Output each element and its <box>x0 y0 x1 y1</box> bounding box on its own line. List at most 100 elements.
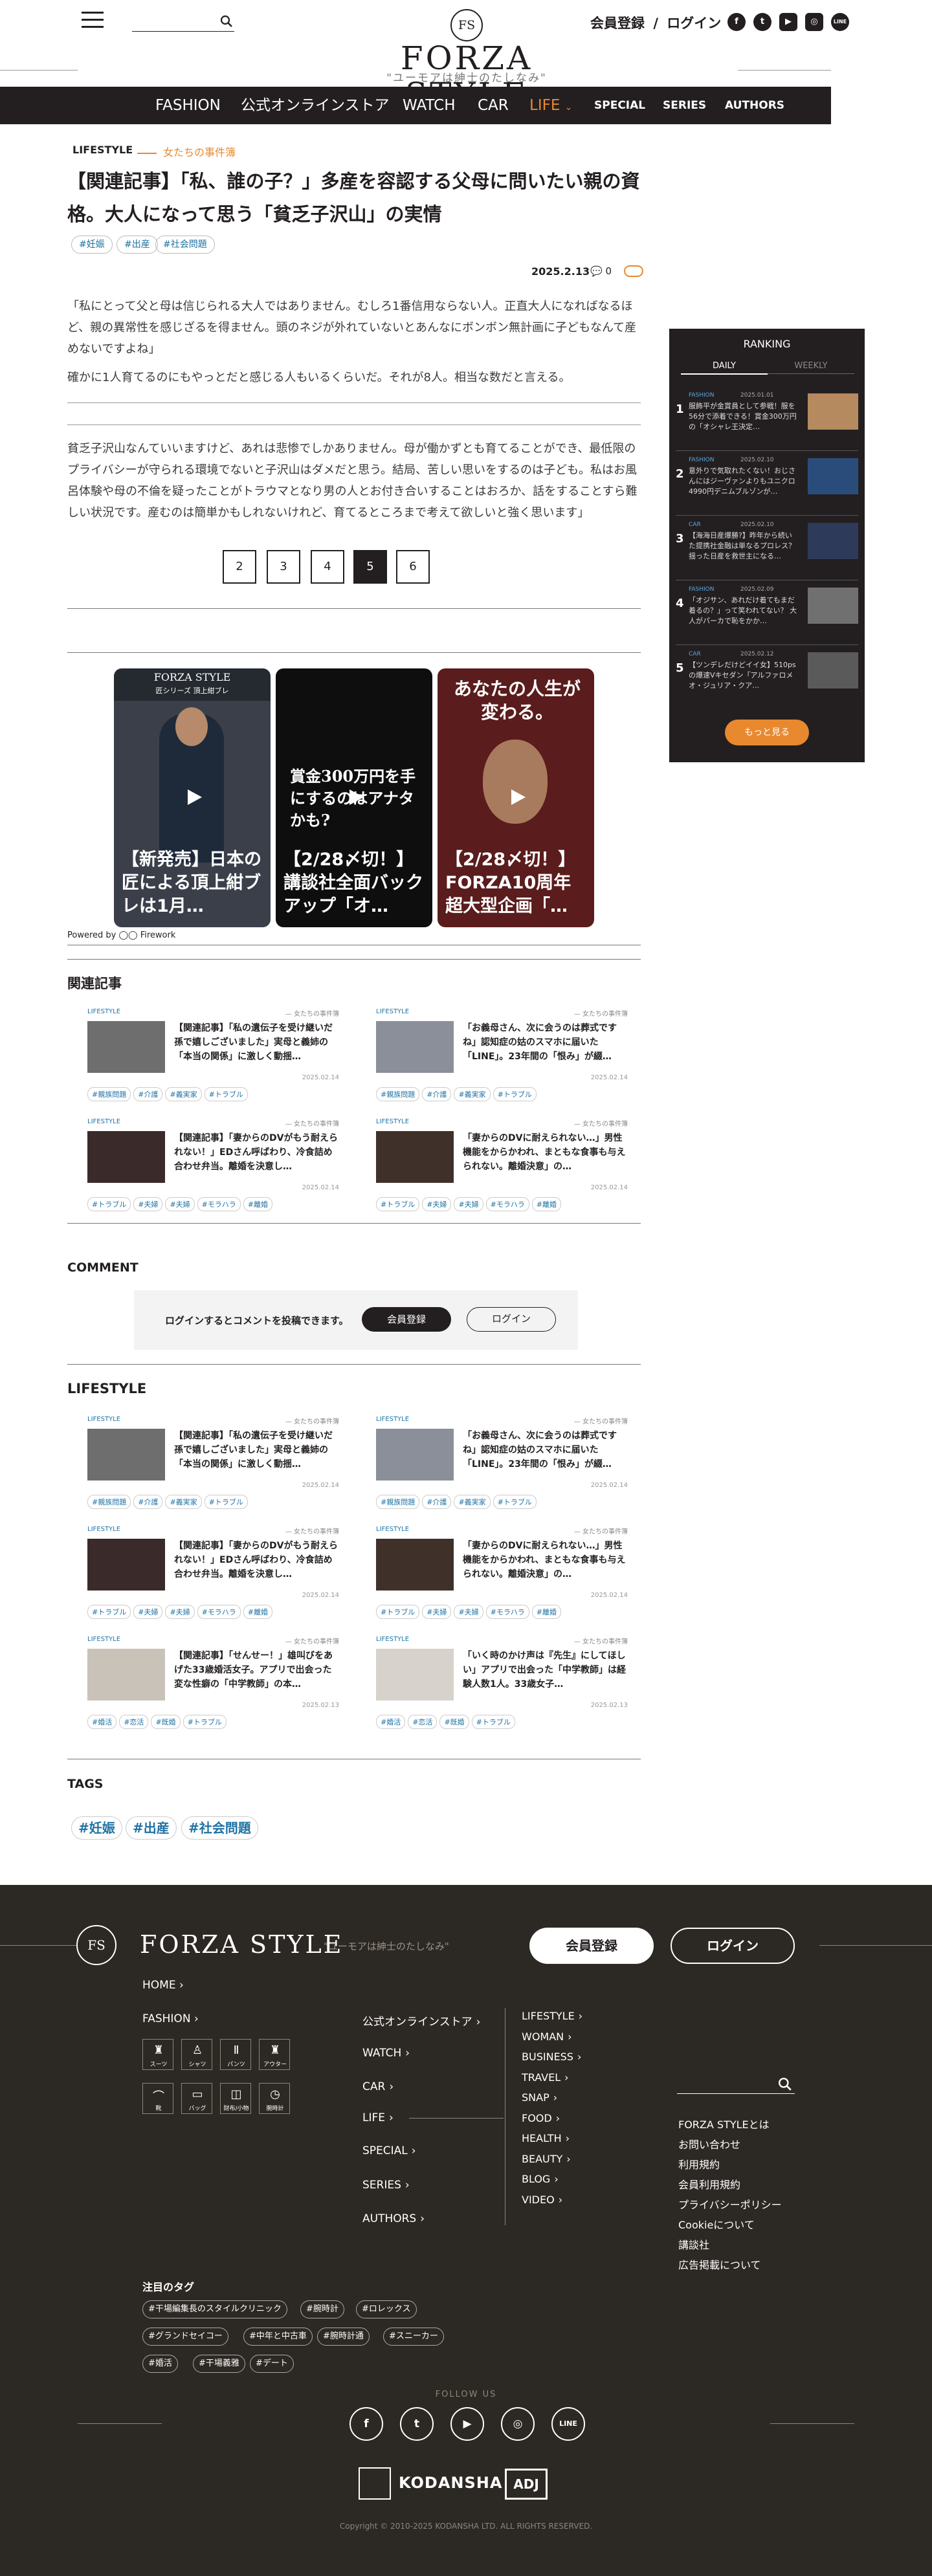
comment-count[interactable]: 💬 0 <box>590 265 612 277</box>
tab-weekly[interactable]: WEEKLY <box>768 361 854 374</box>
card-category[interactable]: LIFESTYLE <box>87 1118 120 1125</box>
card-category[interactable]: LIFESTYLE <box>376 1526 409 1533</box>
card-thumbnail[interactable] <box>87 1649 165 1701</box>
card-tag[interactable]: #親族問題 <box>87 1087 131 1101</box>
ranking-item[interactable]: 3 CAR 2025.02.10 【海海日産爆勝?】昨年から続いた提携社金融は単なるプ… <box>669 518 865 567</box>
ranking-category[interactable]: FASHION <box>689 392 714 399</box>
instagram-icon[interactable]: ◎ <box>501 2407 535 2441</box>
card-tag[interactable]: #義実家 <box>454 1087 491 1101</box>
play-icon[interactable] <box>505 786 527 808</box>
kodansha-logo[interactable]: KODANSHA <box>399 2474 502 2492</box>
card-tag[interactable]: #離婚 <box>243 1605 272 1619</box>
card-category[interactable]: LIFESTYLE <box>87 1526 120 1533</box>
comment-login-button[interactable]: ログイン <box>467 1307 556 1332</box>
footer-info-link[interactable]: プライバシーポリシー <box>678 2196 782 2212</box>
footer-tag-chip[interactable]: #婚活 <box>142 2355 178 2373</box>
card-category[interactable]: LIFESTYLE <box>87 1416 120 1423</box>
footer-fashion-item[interactable]: ♜ アウター <box>259 2039 290 2070</box>
card-title[interactable]: 【関連記事】「妻からのDVがもう耐えられない！」EDさん呼ばわり、冷食詰め合わせ… <box>174 1539 338 1581</box>
play-icon[interactable] <box>343 786 365 808</box>
card-tag[interactable]: #離婚 <box>531 1197 561 1211</box>
footer-nav-link[interactable]: CAR › <box>362 2080 394 2093</box>
card-subcategory[interactable]: — 女たちの事件簿 <box>574 1636 628 1646</box>
article-subcategory[interactable]: 女たちの事件簿 <box>137 144 236 159</box>
card-tag[interactable]: #既婚 <box>439 1715 469 1729</box>
card-thumbnail[interactable] <box>87 1131 165 1183</box>
card-tag[interactable]: #トラブル <box>183 1715 227 1729</box>
tab-daily[interactable]: DAILY <box>681 361 768 375</box>
card-thumbnail[interactable] <box>376 1539 454 1591</box>
card-title[interactable]: 「いく時のかけ声は『先生』にしてほしい」アプリで出会った「中学教師」は経験人数1… <box>463 1649 627 1691</box>
facebook-icon[interactable]: f <box>727 13 746 31</box>
card-tag[interactable]: #夫婦 <box>165 1605 195 1619</box>
footer-nav-link[interactable]: AUTHORS › <box>362 2212 425 2225</box>
card-tag[interactable]: #婚活 <box>376 1715 406 1729</box>
page-link[interactable]: 4 <box>311 550 344 584</box>
card-subcategory[interactable]: — 女たちの事件簿 <box>574 1008 628 1018</box>
footer-category-link[interactable]: BUSINESS › <box>522 2051 581 2063</box>
footer-fashion-item[interactable]: ◫ 財布/小物 <box>220 2083 251 2114</box>
footer-category-link[interactable]: WOMAN › <box>522 2031 572 2043</box>
footer-search-input[interactable] <box>677 2075 795 2094</box>
card-tag[interactable]: #夫婦 <box>133 1197 163 1211</box>
card-title[interactable]: 「お義母さん、次に会うのは葬式ですね」認知症の姑のスマホに届いた「LINE」。2… <box>463 1429 627 1471</box>
article-card[interactable]: LIFESTYLE — 女たちの事件簿 【関連記事】「せんせー！」雄叫びをあげた33… <box>67 1631 339 1734</box>
card-subcategory[interactable]: — 女たちの事件簿 <box>285 1008 339 1018</box>
footer-tag-chip[interactable]: #干場編集長のスタイルクリニック <box>142 2300 287 2318</box>
card-tag[interactable]: #夫婦 <box>422 1605 452 1619</box>
menu-icon[interactable] <box>82 12 104 28</box>
footer-nav-link[interactable]: SERIES › <box>362 2179 410 2192</box>
card-tag[interactable]: #義実家 <box>165 1495 202 1509</box>
card-subcategory[interactable]: — 女たちの事件簿 <box>285 1416 339 1426</box>
card-tag[interactable]: #トラブル <box>376 1605 420 1619</box>
ranking-thumbnail[interactable] <box>808 652 858 688</box>
card-subcategory[interactable]: — 女たちの事件簿 <box>574 1118 628 1128</box>
ranking-category[interactable]: FASHION <box>689 457 714 463</box>
card-tag[interactable]: #夫婦 <box>133 1605 163 1619</box>
footer-info-link[interactable]: 利用規約 <box>678 2156 720 2172</box>
footer-category-link[interactable]: HEALTH › <box>522 2132 570 2144</box>
card-tag[interactable]: #介護 <box>133 1087 163 1101</box>
card-tag[interactable]: #モラハラ <box>197 1605 241 1619</box>
footer-category-link[interactable]: BLOG › <box>522 2173 559 2185</box>
footer-tag-chip[interactable]: #グランドセイコー <box>142 2328 228 2346</box>
article-category[interactable]: LIFESTYLE <box>72 144 133 156</box>
video-card[interactable]: FORZA STYLE 匠シリーズ 頂上紺ブレ 【新発売】日本の匠による頂上紺ブ… <box>114 668 271 927</box>
ranking-item[interactable]: 5 CAR 2025.02.12 【ツンデレだけどイイ女】510psの爆速Vキセダン「… <box>669 647 865 696</box>
footer-category-link[interactable]: SNAP › <box>522 2091 557 2104</box>
nav-series[interactable]: SERIES <box>663 87 706 124</box>
twitter-icon[interactable]: t <box>400 2407 434 2441</box>
card-category[interactable]: LIFESTYLE <box>376 1008 409 1015</box>
card-tag[interactable]: #トラブル <box>204 1495 248 1509</box>
ranking-title[interactable]: 「オジサン、あれだけ着てもまだ着るの？」って笑われてない？ 大人がパーカで恥をか… <box>689 595 799 626</box>
card-tag[interactable]: #義実家 <box>165 1087 202 1101</box>
footer-info-link[interactable]: Cookieについて <box>678 2216 755 2232</box>
footer-tag-chip[interactable]: #ロレックス <box>356 2300 417 2318</box>
article-tag[interactable]: #出産 <box>116 236 158 254</box>
card-category[interactable]: LIFESTYLE <box>376 1636 409 1643</box>
ranking-thumbnail[interactable] <box>808 588 858 624</box>
footer-nav-link[interactable]: WATCH › <box>362 2047 410 2060</box>
youtube-icon[interactable]: ▶ <box>779 13 797 31</box>
youtube-icon[interactable]: ▶ <box>450 2407 484 2441</box>
login-link[interactable]: ログイン <box>667 16 721 31</box>
tag-link[interactable]: #妊娠 <box>71 1816 122 1840</box>
line-icon[interactable]: LINE <box>831 13 849 31</box>
card-category[interactable]: LIFESTYLE <box>87 1008 120 1015</box>
footer-fashion-item[interactable]: ▭ バッグ <box>181 2083 212 2114</box>
page-link-current[interactable]: 5 <box>353 550 387 584</box>
card-category[interactable]: LIFESTYLE <box>376 1118 409 1125</box>
footer-category-link[interactable]: BEAUTY › <box>522 2153 571 2165</box>
footer-fashion-item[interactable]: ⌒ 靴 <box>142 2083 173 2114</box>
ranking-more-button[interactable]: もっと見る <box>725 720 809 745</box>
card-tag[interactable]: #恋活 <box>119 1715 149 1729</box>
search-icon[interactable] <box>220 15 233 28</box>
card-tag[interactable]: #離婚 <box>531 1605 561 1619</box>
card-title[interactable]: 【関連記事】「私の遺伝子を受け継いだ孫で嬉しございました」実母と義姉の「本当の関… <box>174 1021 338 1064</box>
card-title[interactable]: 【関連記事】「私の遺伝子を受け継いだ孫で嬉しございました」実母と義姉の「本当の関… <box>174 1429 338 1471</box>
footer-fashion-item[interactable]: ♙ シャツ <box>181 2039 212 2070</box>
article-card[interactable]: LIFESTYLE — 女たちの事件簿 【関連記事】「妻からのDVがもう耐えられない… <box>67 1113 339 1216</box>
search-icon[interactable] <box>778 2077 792 2091</box>
card-subcategory[interactable]: — 女たちの事件簿 <box>574 1416 628 1426</box>
footer-tag-chip[interactable]: #中年と中古車 <box>243 2328 313 2346</box>
